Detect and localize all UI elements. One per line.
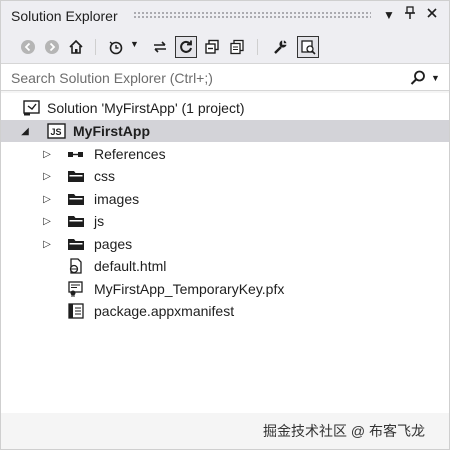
collapsed-triangle-icon[interactable]: ▷ bbox=[41, 147, 53, 161]
sync-icon[interactable] bbox=[149, 36, 171, 58]
search-options-chevron-icon[interactable]: ▼ bbox=[431, 73, 440, 83]
tree-item-label: pages bbox=[94, 236, 133, 252]
tree-item-label: css bbox=[94, 168, 115, 184]
back-arrow-icon[interactable] bbox=[17, 36, 39, 58]
collapsed-triangle-icon[interactable]: ▷ bbox=[41, 237, 53, 251]
tree-item-solution[interactable]: Solution 'MyFirstApp' (1 project) bbox=[1, 97, 449, 119]
tree-item-label: MyFirstApp bbox=[73, 123, 150, 139]
tree-item-folder-images[interactable]: ▷ images bbox=[1, 188, 449, 210]
tree-item-label: References bbox=[94, 146, 166, 162]
toolbar-separator bbox=[257, 39, 258, 55]
chevron-down-icon[interactable]: ▼ bbox=[130, 39, 139, 49]
tree-item-label: images bbox=[94, 191, 140, 207]
tree-item-references[interactable]: ▷ References bbox=[1, 143, 449, 165]
tree-item-file-default-html[interactable]: default.html bbox=[1, 255, 449, 277]
js-project-icon: JS bbox=[47, 123, 66, 139]
collapse-all-icon[interactable] bbox=[201, 36, 223, 58]
solution-tree: Solution 'MyFirstApp' (1 project) ◢ JS M… bbox=[1, 93, 449, 413]
dropdown-arrow-icon[interactable]: ▼ bbox=[380, 6, 398, 24]
tree-item-folder-css[interactable]: ▷ css bbox=[1, 165, 449, 187]
close-icon[interactable] bbox=[423, 6, 441, 24]
folder-icon bbox=[67, 213, 85, 229]
tree-item-label: default.html bbox=[94, 258, 167, 274]
toolbar: ▼ bbox=[1, 31, 449, 63]
show-all-files-icon[interactable] bbox=[226, 36, 248, 58]
tree-item-label: package.appxmanifest bbox=[94, 303, 235, 319]
folder-icon bbox=[67, 168, 85, 184]
expanded-triangle-icon[interactable]: ◢ bbox=[19, 124, 31, 138]
html-file-icon bbox=[67, 258, 85, 274]
collapsed-triangle-icon[interactable]: ▷ bbox=[41, 192, 53, 206]
folder-icon bbox=[67, 236, 85, 252]
certificate-file-icon bbox=[67, 281, 85, 297]
title-bar[interactable]: Solution Explorer ▼ bbox=[1, 1, 449, 31]
drag-grip[interactable] bbox=[133, 11, 371, 19]
collapsed-triangle-icon[interactable]: ▷ bbox=[41, 214, 53, 228]
forward-arrow-icon[interactable] bbox=[41, 36, 63, 58]
pin-icon[interactable] bbox=[401, 6, 419, 24]
tree-item-file-pfx[interactable]: MyFirstApp_TemporaryKey.pfx bbox=[1, 278, 449, 300]
manifest-file-icon bbox=[67, 303, 85, 319]
folder-icon bbox=[67, 191, 85, 207]
tree-item-label: js bbox=[94, 213, 105, 229]
search-icon[interactable] bbox=[409, 69, 427, 87]
svg-text:JS: JS bbox=[51, 127, 62, 137]
tree-item-file-manifest[interactable]: package.appxmanifest bbox=[1, 300, 449, 322]
tree-item-folder-pages[interactable]: ▷ pages bbox=[1, 233, 449, 255]
home-icon[interactable] bbox=[65, 36, 87, 58]
tree-item-label: Solution 'MyFirstApp' (1 project) bbox=[47, 100, 245, 116]
watermark-text: 掘金技术社区 @ 布客飞龙 bbox=[263, 423, 425, 439]
solution-icon bbox=[23, 100, 41, 116]
clock-filter-icon[interactable] bbox=[105, 36, 127, 58]
toolbar-separator bbox=[95, 39, 96, 55]
search-box[interactable]: ▼ bbox=[1, 63, 449, 91]
solution-explorer-panel: Solution Explorer ▼ ▼ Search Solution Ex… bbox=[0, 0, 450, 450]
preview-icon[interactable] bbox=[297, 36, 319, 58]
wrench-icon[interactable] bbox=[269, 36, 291, 58]
refresh-icon[interactable] bbox=[175, 36, 197, 58]
panel-title: Solution Explorer bbox=[11, 8, 118, 24]
tree-item-project[interactable]: ◢ JS MyFirstApp bbox=[1, 120, 449, 142]
collapsed-triangle-icon[interactable]: ▷ bbox=[41, 169, 53, 183]
tree-item-folder-js[interactable]: ▷ js bbox=[1, 210, 449, 232]
references-icon bbox=[67, 146, 85, 162]
search-input[interactable] bbox=[11, 68, 391, 88]
tree-item-label: MyFirstApp_TemporaryKey.pfx bbox=[94, 281, 285, 297]
